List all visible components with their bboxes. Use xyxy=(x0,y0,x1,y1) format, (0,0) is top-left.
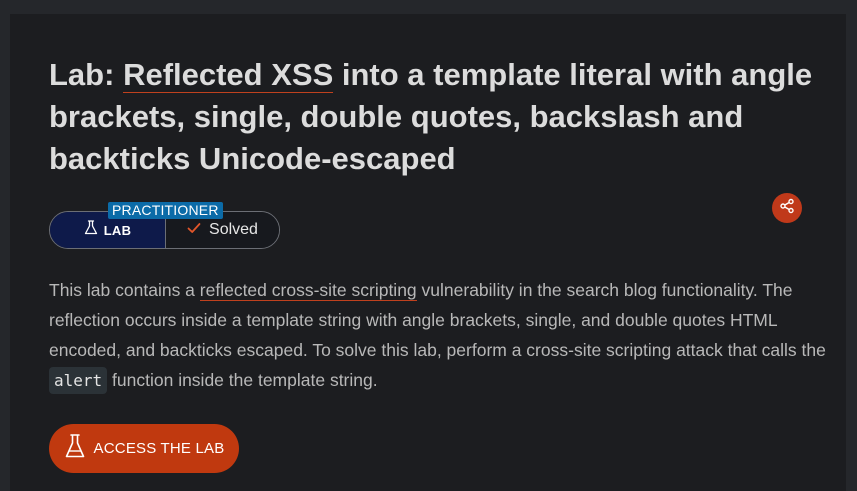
access-lab-button[interactable]: ACCESS THE LAB xyxy=(49,424,239,473)
check-icon xyxy=(187,221,201,239)
lab-status-label: Solved xyxy=(209,221,258,238)
description-part-3: function inside the template string. xyxy=(107,370,378,390)
level-badge: PRACTITIONER xyxy=(108,202,223,219)
lab-status-badge: LAB Solved PRACTITIONER xyxy=(49,202,280,249)
title-topic-link[interactable]: Reflected XSS xyxy=(123,57,334,93)
page-title: Lab: Reflected XSS into a template liter… xyxy=(49,54,819,180)
access-lab-label: ACCESS THE LAB xyxy=(93,440,225,457)
flask-icon xyxy=(84,220,98,240)
alert-code: alert xyxy=(49,367,108,394)
share-icon xyxy=(779,198,795,219)
share-button[interactable] xyxy=(772,193,802,223)
lab-panel: Lab: Reflected XSS into a template liter… xyxy=(10,14,846,491)
lab-type-label: LAB xyxy=(103,222,132,238)
flask-icon xyxy=(64,433,86,464)
description-part-1: This lab contains a xyxy=(49,280,200,300)
title-prefix: Lab: xyxy=(49,57,124,92)
xss-topic-link[interactable]: reflected cross-site scripting xyxy=(199,280,417,301)
lab-description: This lab contains a reflected cross-site… xyxy=(49,275,839,396)
